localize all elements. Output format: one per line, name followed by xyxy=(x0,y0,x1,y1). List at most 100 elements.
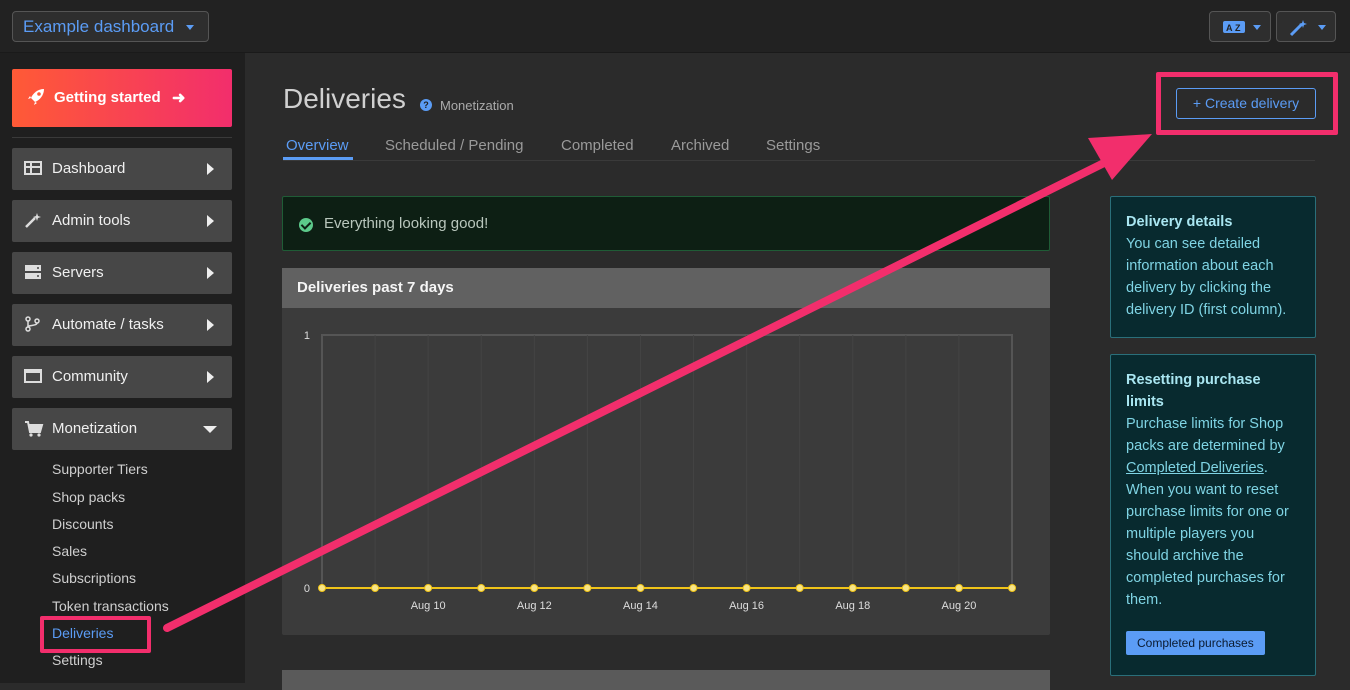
data-point xyxy=(477,584,486,592)
tab-archived[interactable]: Archived xyxy=(671,137,729,154)
info-title: Resetting purchase limits xyxy=(1126,372,1261,410)
main-content: Deliveries ? Monetization + Create deliv… xyxy=(245,53,1350,690)
data-point xyxy=(848,584,857,592)
completed-deliveries-link[interactable]: Completed Deliveries xyxy=(1126,460,1264,476)
top-bar: Example dashboard AZ xyxy=(0,0,1350,53)
data-point xyxy=(954,584,963,592)
highlight-box-deliveries xyxy=(40,616,151,653)
x-tick-label: Aug 18 xyxy=(835,600,870,612)
translate-icon: AZ xyxy=(1223,21,1245,33)
sidebar-item-automate-tasks[interactable]: Automate / tasks xyxy=(12,304,232,346)
sidebar-item-admin-tools[interactable]: Admin tools xyxy=(12,200,232,242)
rocket-icon xyxy=(28,89,44,105)
status-alert: Everything looking good! xyxy=(282,196,1050,251)
sidebar-item-monetization[interactable]: Monetization xyxy=(12,408,232,450)
info-text: When you want to reset purchase limits f… xyxy=(1126,482,1289,608)
tab-completed[interactable]: Completed xyxy=(561,137,634,154)
branch-icon xyxy=(25,316,40,332)
dashboard-select[interactable]: Example dashboard xyxy=(12,11,209,42)
check-circle-icon xyxy=(299,218,313,232)
subnav-discounts[interactable]: Discounts xyxy=(52,516,113,532)
sidebar-item-label: Admin tools xyxy=(52,212,131,229)
alert-text: Everything looking good! xyxy=(324,215,489,232)
language-button[interactable]: AZ xyxy=(1209,11,1271,42)
reset-limits-card: Resetting purchase limits Purchase limit… xyxy=(1110,354,1316,676)
chevron-down-icon xyxy=(1253,25,1261,30)
tab-bar: Overview Scheduled / Pending Completed A… xyxy=(283,135,1315,161)
x-tick-label: Aug 12 xyxy=(517,600,552,612)
chevron-down-icon xyxy=(186,25,194,30)
y-tick-label: 1 xyxy=(304,330,310,342)
window-icon xyxy=(24,369,42,383)
breadcrumb: Monetization xyxy=(440,98,514,113)
completed-purchases-button[interactable]: Completed purchases xyxy=(1126,631,1265,655)
x-tick-label: Aug 10 xyxy=(411,600,446,612)
data-point xyxy=(318,584,326,592)
tab-settings[interactable]: Settings xyxy=(766,137,820,154)
chart-title: Deliveries past 7 days xyxy=(297,279,454,296)
data-point xyxy=(689,584,698,592)
tab-scheduled-pending[interactable]: Scheduled / Pending xyxy=(385,137,523,154)
wand-icon xyxy=(25,213,41,228)
tab-overview[interactable]: Overview xyxy=(286,137,349,154)
data-point xyxy=(742,584,751,592)
data-point xyxy=(583,584,592,592)
chevron-right-icon xyxy=(207,163,214,175)
getting-started-label: Getting started xyxy=(54,89,161,106)
wand-icon xyxy=(1289,20,1307,37)
subnav-token-transactions[interactable]: Token transactions xyxy=(52,598,169,614)
arrow-right-icon: ➜ xyxy=(172,90,186,107)
sidebar-item-label: Community xyxy=(52,368,128,385)
divider xyxy=(12,137,232,138)
table-icon xyxy=(24,161,42,175)
chevron-right-icon xyxy=(207,319,214,331)
chart-header: Deliveries past 7 days xyxy=(282,268,1050,308)
getting-started-button[interactable]: Getting started ➜ xyxy=(12,69,232,127)
cart-icon xyxy=(25,421,44,437)
sidebar-item-label: Servers xyxy=(52,264,104,281)
sidebar-item-dashboard[interactable]: Dashboard xyxy=(12,148,232,190)
chevron-right-icon xyxy=(207,267,214,279)
data-point xyxy=(901,584,910,592)
delivery-details-card: Delivery details You can see detailed in… xyxy=(1110,196,1316,338)
info-title: Delivery details xyxy=(1126,214,1233,230)
dashboard-select-label: Example dashboard xyxy=(23,17,175,36)
sidebar-item-community[interactable]: Community xyxy=(12,356,232,398)
data-point xyxy=(530,584,539,592)
data-point xyxy=(1008,584,1016,592)
tools-button[interactable] xyxy=(1276,11,1336,42)
chevron-right-icon xyxy=(207,371,214,383)
data-point xyxy=(795,584,804,592)
subnav-subscriptions[interactable]: Subscriptions xyxy=(52,570,136,586)
data-point xyxy=(424,584,433,592)
info-text: Purchase limits for Shop packs are deter… xyxy=(1126,416,1285,454)
sidebar: Getting started ➜ Dashboard Admin tools … xyxy=(0,53,245,683)
svg-text:Z: Z xyxy=(1235,23,1241,33)
svg-text:A: A xyxy=(1226,23,1233,33)
data-point xyxy=(636,584,645,592)
subnav-shop-packs[interactable]: Shop packs xyxy=(52,489,125,505)
subnav-settings[interactable]: Settings xyxy=(52,652,103,668)
create-delivery-button[interactable]: + Create delivery xyxy=(1176,88,1316,119)
sidebar-item-label: Dashboard xyxy=(52,160,126,177)
y-tick-label: 0 xyxy=(304,583,310,595)
subnav-sales[interactable]: Sales xyxy=(52,543,87,559)
page-title: Deliveries xyxy=(283,83,406,114)
plot-frame xyxy=(321,334,1013,589)
x-tick-label: Aug 20 xyxy=(941,600,976,612)
x-tick-label: Aug 16 xyxy=(729,600,764,612)
info-text: You can see detailed information about e… xyxy=(1126,236,1287,318)
secondary-card xyxy=(282,670,1050,690)
sidebar-item-servers[interactable]: Servers xyxy=(12,252,232,294)
chevron-down-icon xyxy=(203,426,217,433)
deliveries-chart: 0 1 Aug 10 Aug 12 Aug 14 Aug 16 Aug 18 Aug 20 xyxy=(304,330,1016,612)
chevron-down-icon xyxy=(1318,25,1326,30)
server-icon xyxy=(25,265,41,279)
subnav-supporter-tiers[interactable]: Supporter Tiers xyxy=(52,461,148,477)
sidebar-item-label: Monetization xyxy=(52,420,138,437)
active-tab-indicator xyxy=(283,157,353,160)
help-icon[interactable]: ? xyxy=(420,99,432,111)
x-tick-label: Aug 14 xyxy=(623,600,658,612)
chevron-right-icon xyxy=(207,215,214,227)
deliveries-chart-card: Deliveries past 7 days 0 1 Aug 10 Aug 12 Aug… xyxy=(282,268,1050,635)
